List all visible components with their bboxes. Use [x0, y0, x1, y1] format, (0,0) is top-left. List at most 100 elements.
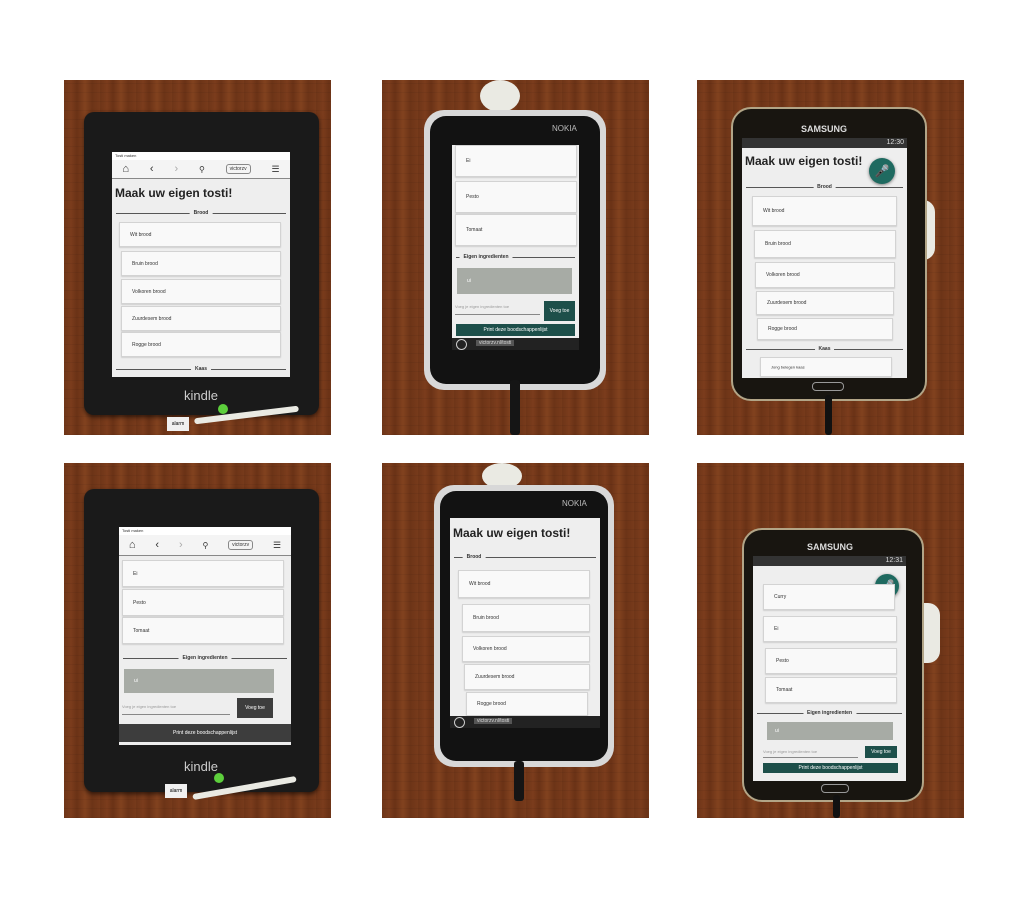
- photo-kindle-top: Tosti maken ⌂ ‹ › ⚲ victorzv ☰ Maak uw e…: [64, 80, 331, 435]
- list-item[interactable]: Zuurdesem brood: [756, 291, 894, 315]
- led-indicator: [214, 773, 224, 783]
- list-item[interactable]: Bruin brood: [462, 604, 590, 632]
- photo-nokia-top: NOKIA Ei Pesto Tomaat Eigen ingredienten…: [382, 80, 649, 435]
- list-item[interactable]: Bruin brood: [754, 230, 896, 258]
- section-brood: Brood: [454, 553, 596, 561]
- print-button[interactable]: Print deze boodschappenlijst: [763, 763, 898, 773]
- status-bar: 12:30: [742, 138, 907, 148]
- photo-nokia-bottom: NOKIA Maak uw eigen tosti! Brood Wit bro…: [382, 463, 649, 818]
- list-item[interactable]: Volkoren brood: [462, 636, 590, 662]
- kindle-logo: kindle: [184, 759, 218, 774]
- location-icon[interactable]: ⚲: [202, 541, 208, 550]
- section-kaas: Kaas: [746, 345, 903, 353]
- kindle-screen: Tosti maken ⌂ ‹ › ⚲ victorzv ☰ Maak uw e…: [112, 152, 290, 377]
- add-button[interactable]: Voeg toe: [237, 698, 273, 718]
- address-bar: victorzv.nl/tosti: [452, 338, 579, 350]
- list-item[interactable]: Jong belegen kaas: [760, 357, 892, 377]
- add-button[interactable]: Voeg toe: [865, 746, 897, 758]
- status-bar: 12:31: [753, 556, 906, 566]
- list-item[interactable]: Zuurdesem brood: [121, 306, 281, 331]
- cable: [833, 795, 840, 818]
- list-item[interactable]: Ei: [455, 145, 577, 177]
- list-item[interactable]: Rogge brood: [466, 692, 588, 716]
- list-item[interactable]: Rogge brood: [121, 332, 281, 357]
- menu-icon[interactable]: ☰: [271, 164, 279, 175]
- custom-item[interactable]: ui: [124, 669, 274, 693]
- menu-icon[interactable]: ☰: [273, 540, 281, 551]
- browser-toolbar: ⌂ ‹ › ⚲ victorzv ☰: [112, 160, 290, 179]
- print-button[interactable]: Print deze boodschappenlijst: [456, 324, 575, 336]
- section-brood: Brood: [116, 209, 286, 217]
- alarm-tag: alarm: [165, 784, 187, 798]
- section-eigen: Eigen ingredienten: [757, 709, 902, 717]
- list-item[interactable]: Curry: [763, 584, 895, 610]
- nokia-logo: NOKIA: [562, 499, 587, 508]
- custom-item[interactable]: ui: [767, 722, 893, 740]
- nokia-logo: NOKIA: [552, 124, 577, 133]
- cable: [514, 761, 524, 801]
- url-field[interactable]: victorzv: [228, 540, 254, 550]
- nokia-screen: Maak uw eigen tosti! Brood Wit brood Bru…: [450, 518, 600, 728]
- ingredient-input[interactable]: Voeg je eigen ingredienten toe: [455, 304, 540, 315]
- home-icon[interactable]: ⌂: [122, 163, 129, 175]
- list-item[interactable]: Pesto: [455, 181, 577, 213]
- section-eigen: Eigen ingredienten: [456, 253, 575, 261]
- back-icon[interactable]: ‹: [155, 539, 159, 551]
- kindle-screen: Tosti maken ⌂ ‹ › ⚲ victorzv ☰ Ei Pesto …: [119, 527, 291, 745]
- photo-samsung-bottom: SAMSUNG 12:31 🎤 Curry Ei Pesto Tomaat Ei…: [697, 463, 964, 818]
- list-item[interactable]: Pesto: [122, 589, 284, 616]
- list-item[interactable]: Ei: [763, 616, 897, 642]
- list-item[interactable]: Wit brood: [752, 196, 897, 226]
- samsung-screen: 12:31 🎤 Curry Ei Pesto Tomaat Eigen ingr…: [753, 556, 906, 781]
- section-kaas: Kaas: [116, 365, 286, 373]
- back-icon[interactable]: ‹: [150, 163, 154, 175]
- tabs-icon[interactable]: [454, 717, 465, 728]
- tabs-icon[interactable]: [456, 339, 467, 350]
- samsung-logo: SAMSUNG: [801, 124, 848, 134]
- list-item[interactable]: Tomaat: [765, 677, 897, 703]
- led-indicator: [218, 404, 228, 414]
- cable: [510, 380, 520, 435]
- forward-icon[interactable]: ›: [174, 163, 178, 175]
- status-bar: Tosti maken: [112, 152, 290, 160]
- home-button[interactable]: [821, 784, 849, 793]
- ingredient-input[interactable]: Voeg je eigen ingredienten toe: [763, 749, 858, 758]
- samsung-screen: 12:30 Maak uw eigen tosti! 🎤 Brood Wit b…: [742, 138, 907, 378]
- ingredient-input[interactable]: Voeg je eigen ingredienten toe: [122, 704, 230, 715]
- browser-toolbar: ⌂ ‹ › ⚲ victorzv ☰: [119, 535, 291, 556]
- kindle-logo: kindle: [184, 388, 218, 403]
- forward-icon[interactable]: ›: [179, 539, 183, 551]
- section-brood: Brood: [746, 183, 903, 191]
- cable: [825, 395, 832, 435]
- nokia-screen: Ei Pesto Tomaat Eigen ingredienten ui Vo…: [452, 145, 579, 350]
- list-item[interactable]: Bruin brood: [121, 251, 281, 276]
- list-item[interactable]: Tomaat: [455, 214, 577, 246]
- page-title: Maak uw eigen tosti!: [453, 526, 571, 540]
- list-item[interactable]: Volkoren brood: [755, 262, 895, 288]
- cable: [480, 80, 520, 112]
- home-icon[interactable]: ⌂: [129, 539, 136, 551]
- list-item[interactable]: Tomaat: [122, 617, 284, 644]
- page-title: Maak uw eigen tosti!: [745, 154, 863, 168]
- custom-item[interactable]: ui: [457, 268, 572, 294]
- list-item[interactable]: Ei: [122, 560, 284, 587]
- list-item[interactable]: Rogge brood: [757, 318, 893, 340]
- home-button[interactable]: [812, 382, 844, 391]
- list-item[interactable]: Wit brood: [119, 222, 281, 247]
- list-item[interactable]: Zuurdesem brood: [464, 664, 590, 690]
- section-eigen: Eigen ingredienten: [123, 654, 287, 662]
- print-button[interactable]: Print deze boodschappenlijst: [119, 724, 291, 742]
- add-button[interactable]: Voeg toe: [544, 301, 575, 321]
- mic-icon[interactable]: 🎤: [869, 158, 895, 184]
- address-bar: victorzv.nl/tosti: [450, 716, 600, 728]
- list-item[interactable]: Volkoren brood: [121, 279, 281, 304]
- location-icon[interactable]: ⚲: [199, 165, 205, 174]
- list-item[interactable]: Pesto: [765, 648, 897, 674]
- url-field[interactable]: victorzv: [225, 164, 251, 174]
- list-item[interactable]: Wit brood: [458, 570, 590, 598]
- photo-kindle-bottom: Tosti maken ⌂ ‹ › ⚲ victorzv ☰ Ei Pesto …: [64, 463, 331, 818]
- status-bar: Tosti maken: [119, 527, 291, 535]
- alarm-tag: alarm: [167, 417, 189, 431]
- samsung-logo: SAMSUNG: [807, 542, 854, 552]
- page-title: Maak uw eigen tosti!: [115, 186, 233, 200]
